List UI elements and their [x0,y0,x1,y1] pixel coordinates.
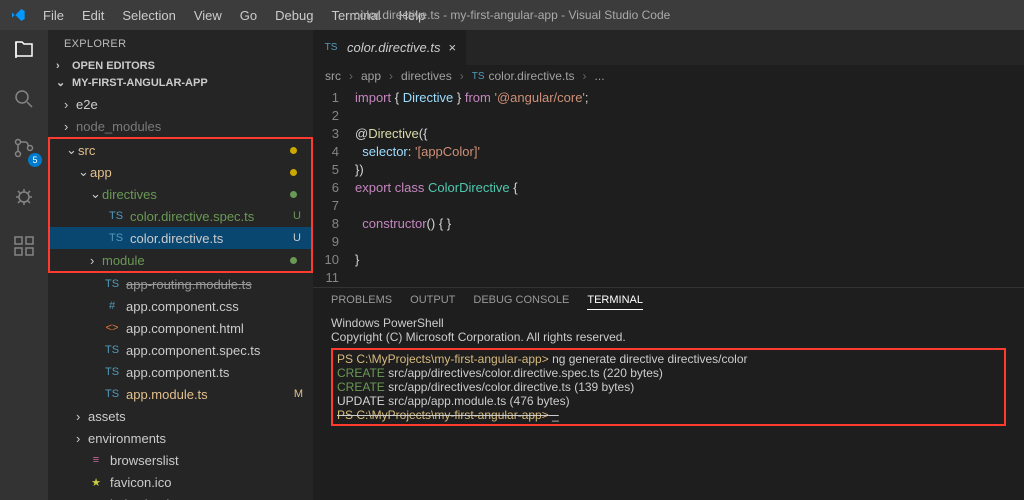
panel-tab-problems[interactable]: PROBLEMS [331,294,392,310]
tree-file-browserslist[interactable]: ≡browserslist [48,449,313,471]
menu-selection[interactable]: Selection [114,4,183,27]
titlebar: File Edit Selection View Go Debug Termin… [0,0,1024,30]
star-icon: ★ [88,476,104,489]
activity-explorer-icon[interactable] [12,38,36,65]
section-open-editors[interactable]: ›OPEN EDITORS [48,58,313,74]
scm-badge: 5 [28,153,42,167]
menu-go[interactable]: Go [232,4,265,27]
tree-file-index[interactable]: <>index.html [48,493,313,500]
explorer-title: EXPLORER [48,30,313,58]
tree-file-routing[interactable]: TSapp-routing.module.ts [48,273,313,295]
close-icon[interactable]: × [448,40,456,55]
tree-file-spec[interactable]: TScolor.directive.spec.tsU [50,205,311,227]
panel-tab-terminal[interactable]: TERMINAL [587,294,643,310]
editor-tabs: TS color.directive.ts × [313,30,1024,65]
terminal[interactable]: Windows PowerShell Copyright (C) Microso… [313,314,1024,428]
tree-folder-module[interactable]: ›module [50,249,311,271]
activity-extensions-icon[interactable] [12,234,36,261]
tree-folder-app[interactable]: ⌄app [50,161,311,183]
tab-color-directive[interactable]: TS color.directive.ts × [313,30,467,65]
code-editor[interactable]: 1234567891011 import { Directive } from … [313,87,1024,287]
menu-view[interactable]: View [186,4,230,27]
tree-file-appmodule[interactable]: TSapp.module.tsM [48,383,313,405]
tree-file-favicon[interactable]: ★favicon.ico [48,471,313,493]
tree-folder-node-modules[interactable]: ›node_modules [48,115,313,137]
ts-icon: TS [108,210,124,222]
ts-icon: TS [104,366,120,378]
ts-icon: TS [104,388,120,400]
tree-folder-e2e[interactable]: ›e2e [48,93,313,115]
tree-folder-src[interactable]: ⌄src [50,139,311,161]
bottom-panel: PROBLEMS OUTPUT DEBUG CONSOLE TERMINAL W… [313,287,1024,447]
menu-debug[interactable]: Debug [267,4,321,27]
tree-file-chtml[interactable]: <>app.component.html [48,317,313,339]
vscode-icon [0,7,35,23]
html-icon: <> [104,322,120,334]
menu-file[interactable]: File [35,4,72,27]
panel-tab-debug-console[interactable]: DEBUG CONSOLE [473,294,569,310]
activity-debug-icon[interactable] [12,185,36,212]
activity-scm-icon[interactable]: 5 [12,136,36,163]
section-folder[interactable]: ⌄MY-FIRST-ANGULAR-APP [48,74,313,91]
file-tree: ›e2e ›node_modules ⌄src ⌄app ⌄directives… [48,91,313,500]
tree-folder-assets[interactable]: ›assets [48,405,313,427]
menu-edit[interactable]: Edit [74,4,112,27]
css-icon: # [104,300,120,312]
highlight-box-terminal: PS C:\MyProjects\my-first-angular-app> n… [331,348,1006,426]
panel-tabs: PROBLEMS OUTPUT DEBUG CONSOLE TERMINAL [313,288,1024,314]
breadcrumb[interactable]: src app directives TS color.directive.ts… [313,65,1024,87]
list-icon: ≡ [88,454,104,466]
window-title: color.directive.ts - my-first-angular-ap… [354,8,671,22]
tree-folder-directives[interactable]: ⌄directives [50,183,311,205]
ts-icon: TS [323,42,339,53]
tree-file-ccss[interactable]: #app.component.css [48,295,313,317]
tree-file-directive[interactable]: TScolor.directive.tsU [50,227,311,249]
ts-icon: TS [108,232,124,244]
tree-folder-env[interactable]: ›environments [48,427,313,449]
line-numbers: 1234567891011 [313,89,355,287]
activity-search-icon[interactable] [12,87,36,114]
ts-icon: TS [104,344,120,356]
code-lines: import { Directive } from '@angular/core… [355,89,589,287]
editor-area: TS color.directive.ts × src app directiv… [313,30,1024,500]
activity-bar: 5 [0,30,48,500]
tree-file-cts[interactable]: TSapp.component.ts [48,361,313,383]
highlight-box-tree: ⌄src ⌄app ⌄directives TScolor.directive.… [48,137,313,273]
panel-tab-output[interactable]: OUTPUT [410,294,455,310]
ts-icon: TS [104,278,120,290]
explorer-sidebar: EXPLORER ›OPEN EDITORS ⌄MY-FIRST-ANGULAR… [48,30,313,500]
tree-file-cspec[interactable]: TSapp.component.spec.ts [48,339,313,361]
